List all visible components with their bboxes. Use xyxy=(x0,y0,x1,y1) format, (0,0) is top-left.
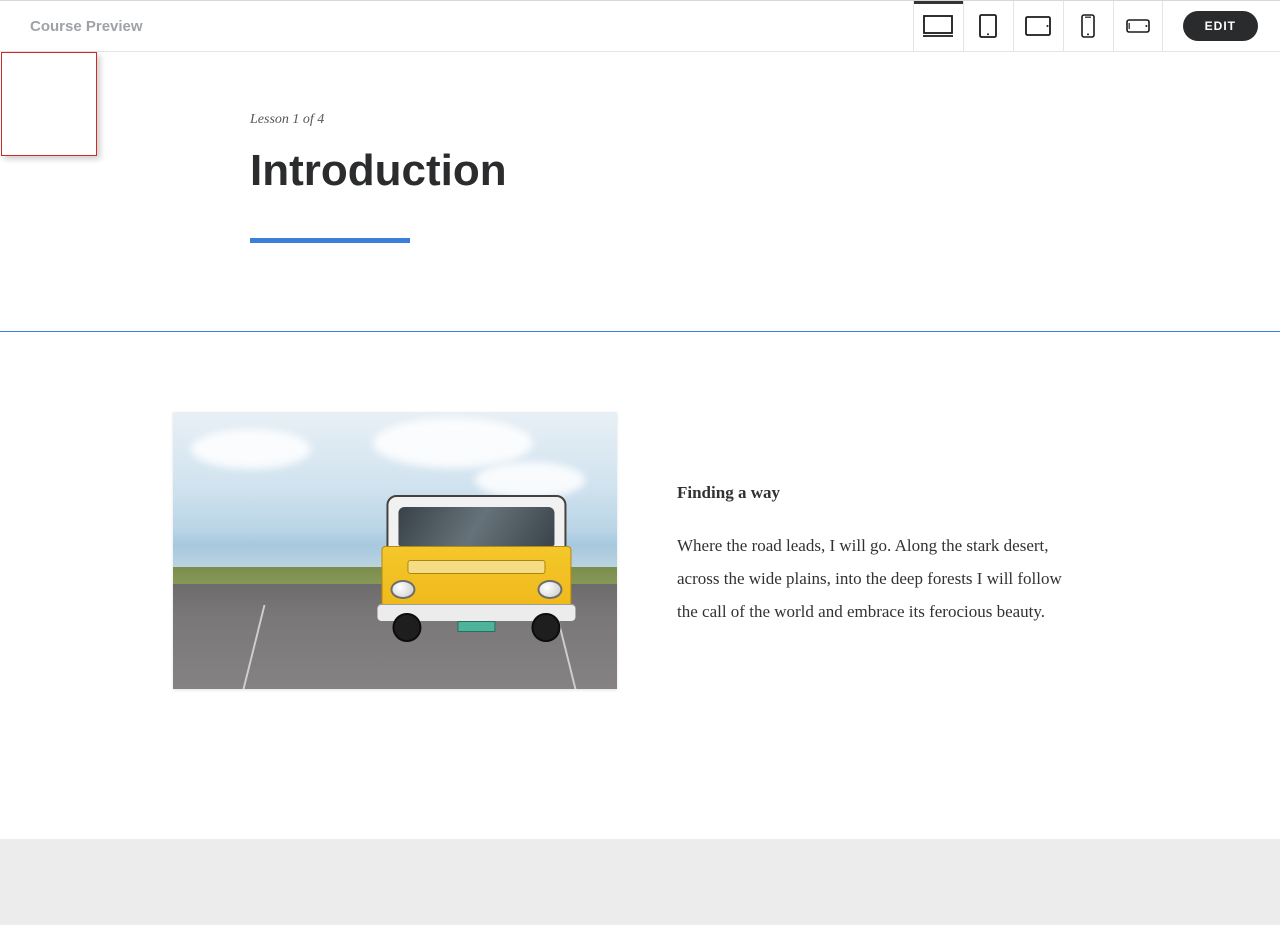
tablet-landscape-icon xyxy=(1025,16,1051,36)
content-heading: Finding a way xyxy=(677,483,1082,503)
device-selector xyxy=(913,1,1163,51)
preview-toolbar: Course Preview xyxy=(0,1,1280,52)
content-image-van xyxy=(173,412,617,689)
footer-band xyxy=(0,839,1280,925)
phone-portrait-icon xyxy=(1081,14,1095,38)
title-accent-bar xyxy=(250,238,410,243)
content-text: Finding a way Where the road leads, I wi… xyxy=(677,473,1082,628)
lesson-header: Lesson 1 of 4 Introduction xyxy=(0,52,1280,331)
content-body: Where the road leads, I will go. Along t… xyxy=(677,529,1082,628)
device-phone-portrait-button[interactable] xyxy=(1063,1,1113,51)
course-preview-viewport[interactable]: Lesson 1 of 4 Introduction xyxy=(0,52,1280,925)
edit-button[interactable]: EDIT xyxy=(1183,11,1258,41)
device-phone-landscape-button[interactable] xyxy=(1113,1,1163,51)
lesson-counter: Lesson 1 of 4 xyxy=(250,112,1280,128)
device-tablet-portrait-button[interactable] xyxy=(963,1,1013,51)
content-block: Finding a way Where the road leads, I wi… xyxy=(0,332,1280,839)
highlight-overlay-box xyxy=(1,52,97,156)
toolbar-right: EDIT xyxy=(913,1,1258,51)
lesson-title: Introduction xyxy=(250,146,1280,196)
tablet-portrait-icon xyxy=(979,14,997,38)
toolbar-title: Course Preview xyxy=(30,18,143,35)
device-tablet-landscape-button[interactable] xyxy=(1013,1,1063,51)
device-desktop-button[interactable] xyxy=(913,1,963,51)
phone-landscape-icon xyxy=(1126,19,1150,33)
desktop-icon xyxy=(923,15,953,37)
